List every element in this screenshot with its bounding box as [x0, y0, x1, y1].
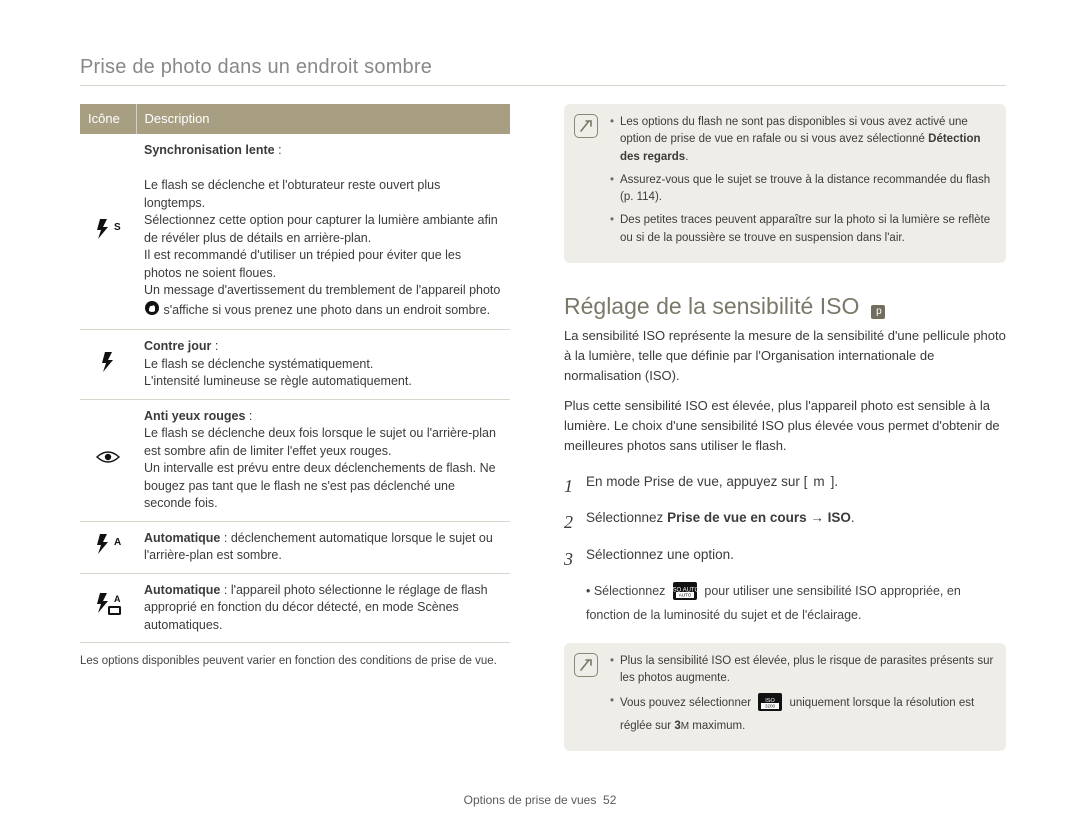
svg-text:S: S	[114, 222, 121, 233]
row-body: Le flash se déclenche deux fois lorsque …	[144, 425, 502, 513]
info-item: Les options du flash ne sont pas disponi…	[610, 114, 994, 166]
step-number: 3	[564, 544, 586, 575]
note-icon	[574, 653, 598, 677]
table-row: Contre jour : Le flash se déclenche syst…	[80, 330, 510, 400]
info-item: Plus la sensibilité ISO est élevée, plus…	[610, 653, 994, 688]
row-title: Synchronisation lente	[144, 143, 275, 157]
step-number: 2	[564, 507, 586, 538]
step-text: Sélectionnez une option.	[586, 544, 1006, 575]
row-title: Anti yeux rouges	[144, 409, 245, 423]
steps-list: 1 En mode Prise de vue, appuyez sur [m].…	[564, 471, 1006, 625]
row-title: Automatique	[144, 531, 220, 545]
iso-3200-icon: ISO 3200	[758, 693, 782, 717]
flash-slow-icon: S	[94, 218, 122, 246]
info-box-bottom: Plus la sensibilité ISO est élevée, plus…	[564, 643, 1006, 751]
row-body: Le flash se déclenche et l'obturateur re…	[144, 160, 502, 322]
mode-mark: p	[871, 305, 885, 319]
note-icon	[574, 114, 598, 138]
table-row: S Synchronisation lente : Le flash se dé…	[80, 134, 510, 330]
info-item: Vous pouvez sélectionner ISO 3200 unique…	[610, 693, 994, 735]
row-title: Automatique	[144, 583, 220, 597]
step-text: En mode Prise de vue, appuyez sur [m].	[586, 471, 1006, 502]
table-row: Anti yeux rouges : Le flash se déclenche…	[80, 399, 510, 521]
flash-auto-icon: A	[94, 533, 122, 561]
info-item: Assurez-vous que le sujet se trouve à la…	[610, 172, 994, 207]
flash-fill-icon	[97, 351, 119, 379]
step-subtext: • Sélectionnez ISO AUTO AUTO pour utilis…	[586, 582, 1006, 625]
col-head-icon: Icône	[80, 104, 136, 134]
table-footnote: Les options disponibles peuvent varier e…	[80, 653, 510, 670]
table-row: A Automatique : déclenchement automatiqu…	[80, 521, 510, 573]
section-para: La sensibilité ISO représente la mesure …	[564, 326, 1006, 386]
step-text: Sélectionnez Prise de vue en cours → ISO…	[586, 507, 1006, 538]
eye-icon	[96, 449, 120, 471]
table-row: A Automatique : l'appareil photo sélecti…	[80, 573, 510, 643]
menu-key: m	[807, 471, 830, 494]
section-heading: Réglage de la sensibilité ISO p	[564, 293, 1006, 320]
svg-text:A: A	[114, 537, 121, 548]
svg-text:AUTO: AUTO	[679, 593, 692, 598]
step-number: 1	[564, 471, 586, 502]
svg-text:A: A	[114, 594, 121, 604]
page-footer: Options de prise de vues 52	[0, 793, 1080, 807]
section-para: Plus cette sensibilité ISO est élevée, p…	[564, 396, 1006, 456]
hand-shake-icon	[144, 300, 160, 322]
row-body: Le flash se déclenche systématiquement. …	[144, 356, 502, 391]
svg-text:3200: 3200	[765, 704, 776, 709]
row-title: Contre jour	[144, 339, 211, 353]
info-item: Des petites traces peuvent apparaître su…	[610, 212, 994, 247]
options-table: Icône Description S	[80, 104, 510, 643]
flash-auto-scene-icon: A	[94, 592, 122, 624]
iso-auto-icon: ISO AUTO AUTO	[673, 582, 697, 606]
col-head-desc: Description	[136, 104, 510, 134]
page-title: Prise de photo dans un endroit sombre	[80, 56, 1006, 79]
title-rule	[80, 85, 1006, 86]
info-box-top: Les options du flash ne sont pas disponi…	[564, 104, 1006, 263]
